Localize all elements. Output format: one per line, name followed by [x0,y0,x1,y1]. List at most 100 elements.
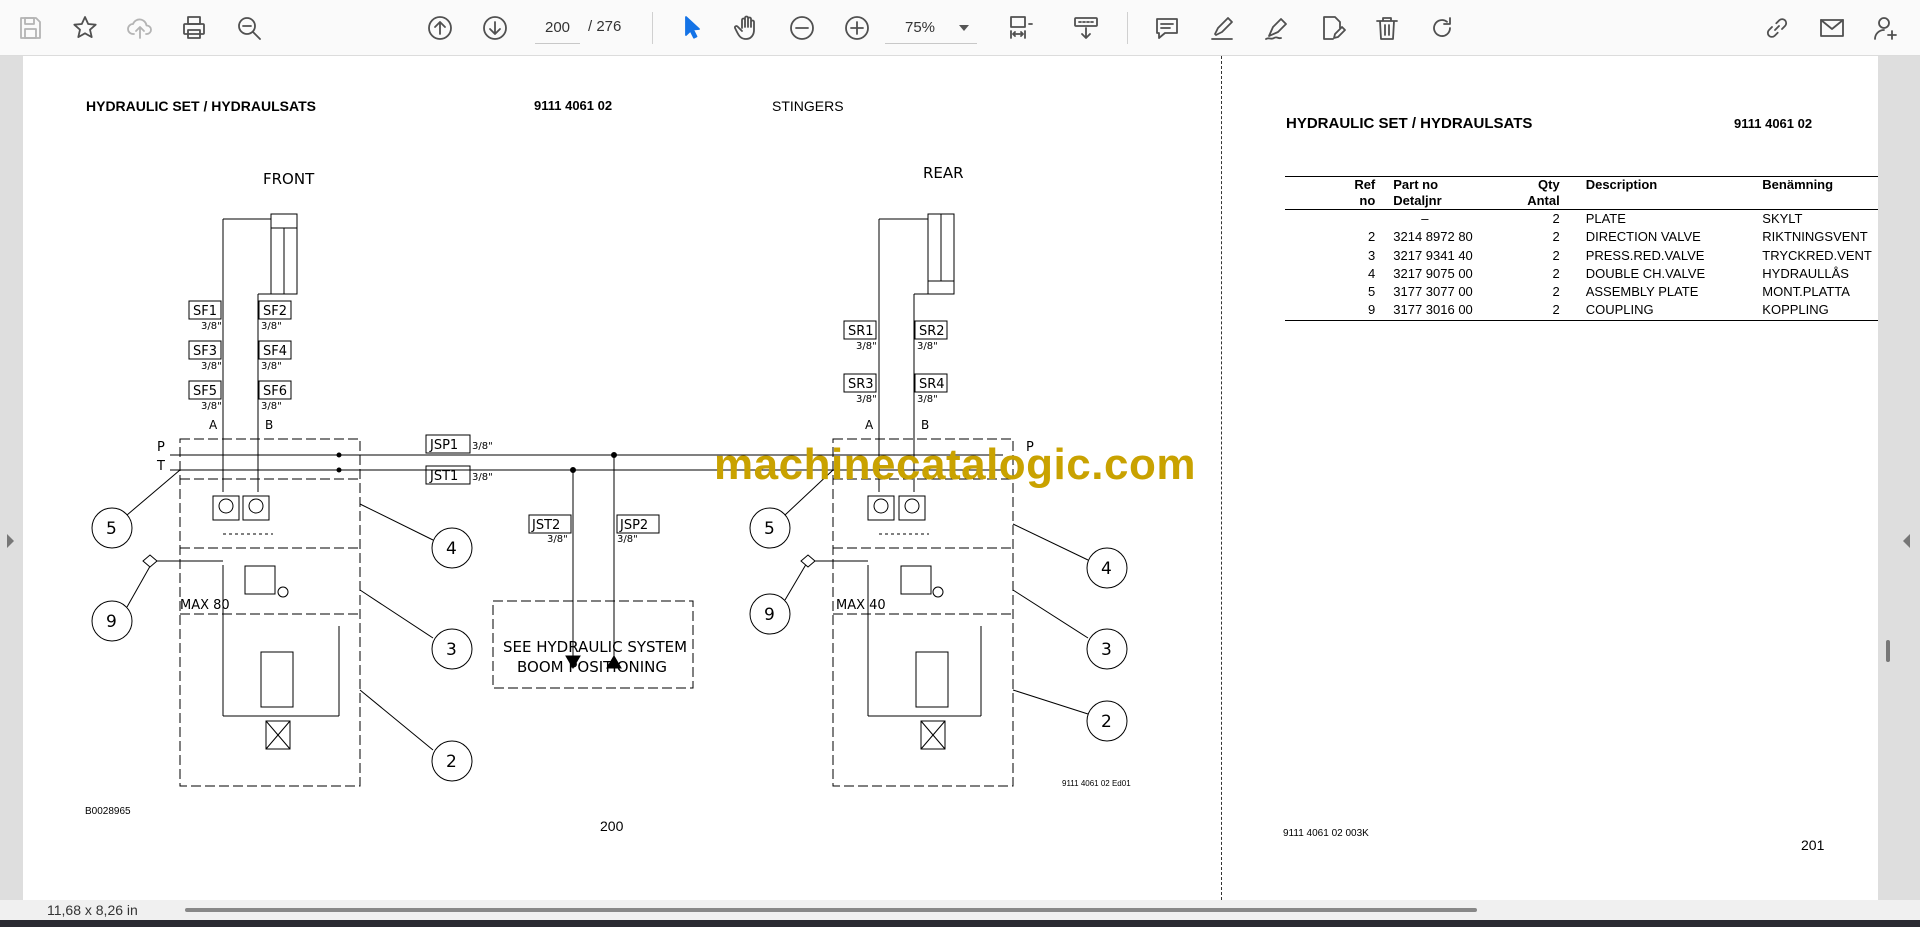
sf4-label: SF4 [263,344,287,359]
zoom-select[interactable]: 75% [885,12,977,44]
table-row: 5 3177 3077 00 2 ASSEMBLY PLATE MONT.PLA… [1368,284,1850,300]
svg-text:3: 3 [446,640,457,660]
right-panel-toggle-icon[interactable] [1903,534,1910,548]
account-add-icon[interactable] [1866,8,1906,48]
page-dimensions: 11,68 x 8,26 in [47,902,138,918]
page-total: / 276 [588,18,622,35]
zoom-out-icon[interactable] [782,8,822,48]
scroll-mode-icon[interactable] [1066,8,1106,48]
svg-text:T: T [156,459,165,474]
left-panel-toggle-icon[interactable] [7,534,14,548]
sf1-label: SF1 [193,304,217,319]
svg-text:3: 3 [1101,640,1112,660]
pdf-page-201: HYDRAULIC SET / HYDRAULSATS 9111 4061 02… [1222,56,1878,900]
sr4-label: SR4 [919,377,945,392]
svg-text:5: 5 [764,519,775,539]
window-bottom-edge [0,920,1920,927]
svg-text:2: 2 [446,752,457,772]
svg-text:2: 2 [1101,712,1112,732]
page-number-input[interactable] [535,12,580,44]
svg-text:3/8": 3/8" [472,441,493,452]
column-header-benamning: Benämning [1762,177,1834,192]
drawing-id: B0028965 [85,806,131,817]
sf5-label: SF5 [193,384,217,399]
sf6-label: SF6 [263,384,287,399]
column-header-part: Part no Detaljnr [1393,177,1442,208]
page-fit-icon[interactable] [1000,8,1040,48]
table-row: – 2 PLATE SKYLT [1421,211,1803,226]
cloud-upload-icon[interactable] [120,8,160,48]
horizontal-scrollbar[interactable] [185,908,1477,912]
bookmark-star-icon[interactable] [65,8,105,48]
save-icon[interactable] [10,8,50,48]
vertical-scrollbar[interactable] [1886,640,1890,662]
drawing-reference: 9111 4061 02 Ed01 [1062,779,1131,788]
share-link-icon[interactable] [1757,8,1797,48]
print-icon[interactable] [174,8,214,48]
jst1-label: JST1 [429,469,458,484]
table-row: 9 3177 3016 00 2 COUPLING KOPPLING [1285,301,1878,321]
page-number: 200 [600,818,624,834]
chevron-down-icon [959,25,969,31]
svg-text:3/8": 3/8" [261,361,282,372]
previous-page-icon[interactable] [420,8,460,48]
svg-text:3/8": 3/8" [261,321,282,332]
svg-text:4: 4 [446,539,457,559]
table-header-row: Ref no Part no Detaljnr Qty Antal Descripti… [1285,176,1878,210]
svg-text:4: 4 [1101,559,1112,579]
delete-trash-icon[interactable] [1367,8,1407,48]
sr1-label: SR1 [848,324,874,339]
table-row: 3 3217 9341 40 2 PRESS.RED.VALVE TRYCKRE… [1368,247,1872,263]
table-row: 4 3217 9075 00 2 DOUBLE CH.VALVE HYDRAUL… [1368,265,1849,281]
email-icon[interactable] [1812,8,1852,48]
svg-text:3/8": 3/8" [617,534,638,545]
next-page-icon[interactable] [475,8,515,48]
svg-text:3/8": 3/8" [472,472,493,483]
draw-pen-icon[interactable] [1257,8,1297,48]
page-title: HYDRAULIC SET / HYDRAULSATS [1286,115,1533,132]
table-row: 2 3214 8972 80 2 DIRECTION VALVE RIKTNIN… [1368,229,1868,245]
svg-text:5: 5 [106,519,117,539]
sr3-label: SR3 [848,377,874,392]
comment-icon[interactable] [1147,8,1187,48]
rear-label: REAR [923,164,964,182]
zoom-value: 75% [905,19,936,36]
column-header-ref: Ref no [1354,177,1376,208]
edit-document-icon[interactable] [1312,8,1352,48]
select-cursor-icon[interactable] [672,8,712,48]
svg-text:B: B [265,418,273,432]
jst2-label: JST2 [531,518,560,533]
parts-table: Ref no Part no Detaljnr Qty Antal Descripti… [1285,176,1878,321]
jsp2-label: JSP2 [619,518,648,533]
sf3-label: SF3 [193,344,217,359]
svg-text:A: A [209,418,218,432]
part-number: 9111 4061 02 [1734,116,1813,131]
boom-positioning-note: BOOM POSITIONING [517,658,667,676]
page-number: 201 [1801,837,1825,853]
svg-text:9: 9 [106,612,117,632]
max80-label: MAX 80 [180,598,230,613]
column-header-description: Description [1585,177,1658,192]
svg-text:3/8": 3/8" [917,394,938,405]
highlight-pen-icon[interactable] [1202,8,1242,48]
sf2-label: SF2 [263,304,287,319]
svg-text:9: 9 [764,605,775,625]
zoom-in-icon[interactable] [837,8,877,48]
svg-text:3/8": 3/8" [856,394,877,405]
sr2-label: SR2 [919,324,945,339]
redo-icon[interactable] [1422,8,1462,48]
see-hydraulic-note: SEE HYDRAULIC SYSTEM [503,638,687,656]
svg-text:B: B [921,418,929,432]
zoom-search-icon[interactable] [229,8,269,48]
front-label: FRONT [263,170,315,188]
column-header-qty: Qty Antal [1527,177,1560,208]
hand-tool-icon[interactable] [727,8,767,48]
svg-text:3/8": 3/8" [201,401,222,412]
watermark-text: machinecatalogic.com [714,440,1196,489]
svg-text:3/8": 3/8" [261,401,282,412]
svg-text:3/8": 3/8" [201,361,222,372]
svg-text:A: A [865,418,874,432]
svg-text:3/8": 3/8" [201,321,222,332]
svg-text:3/8": 3/8" [856,341,877,352]
toolbar: / 276 75% [0,0,1920,56]
